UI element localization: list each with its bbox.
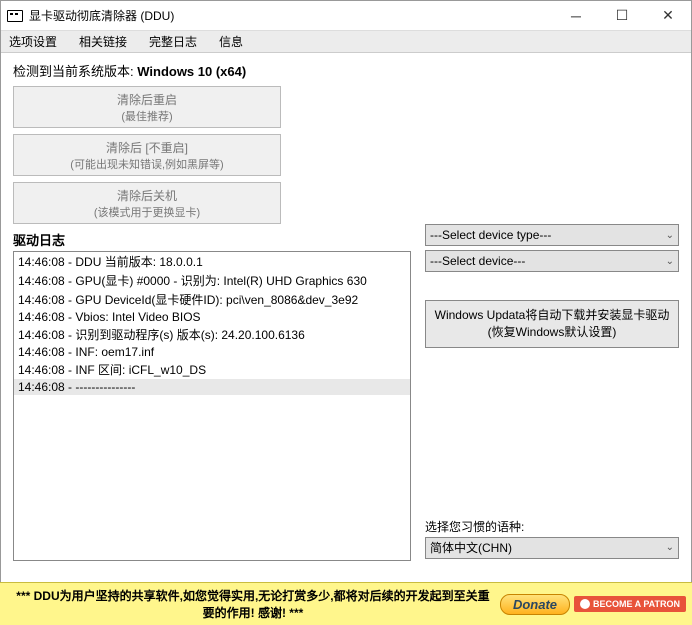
log-box[interactable]: 14:46:08 - DDU 当前版本: 18.0.0.1 14:46:08 -… [13,251,411,561]
footer-message: *** DDU为用户坚持的共享软件,如您觉得实用,无论打赏多少,都将对后续的开发… [6,587,500,621]
patron-label: BECOME A PATRON [593,599,680,609]
windows-update-line2: (恢复Windows默认设置) [430,324,674,341]
clean-restart-button[interactable]: 清除后重启 (最佳推荐) [13,86,281,128]
device-select[interactable]: ---Select device--- ⌄ [425,250,679,272]
log-row: 14:46:08 - GPU(显卡) #0000 - 识别为: Intel(R)… [14,271,410,290]
clean-norestart-label: 清除后 [不重启] [106,139,188,156]
titlebar: 显卡驱动彻底清除器 (DDU) ─ ☐ ✕ [1,1,691,31]
footer: *** DDU为用户坚持的共享软件,如您觉得实用,无论打赏多少,都将对后续的开发… [0,582,692,625]
device-type-select[interactable]: ---Select device type--- ⌄ [425,224,679,246]
windows-update-line1: Windows Updata将自动下载并安装显卡驱动 [430,307,674,324]
content-area: 检测到当前系统版本: Windows 10 (x64) 清除后重启 (最佳推荐)… [1,53,691,569]
close-button[interactable]: ✕ [645,1,691,31]
app-icon [7,10,23,22]
clean-restart-label: 清除后重启 [117,91,177,108]
language-select[interactable]: 简体中文(CHN) ⌄ [425,537,679,559]
menu-changelog[interactable]: 完整日志 [145,31,201,52]
log-row: 14:46:08 - GPU DeviceId(显卡硬件ID): pci\ven… [14,290,410,309]
log-row: 14:46:08 - INF 区间: iCFL_w10_DS [14,360,410,379]
patron-button[interactable]: BECOME A PATRON [574,596,686,612]
donate-button[interactable]: Donate [500,594,570,615]
windows-update-button[interactable]: Windows Updata将自动下载并安装显卡驱动 (恢复Windows默认设… [425,300,679,348]
device-type-value: ---Select device type--- [430,228,551,242]
menubar: 选项设置 相关链接 完整日志 信息 [1,31,691,53]
log-row: 14:46:08 - --------------- [14,379,410,395]
chevron-down-icon: ⌄ [666,542,674,553]
clean-shutdown-button[interactable]: 清除后关机 (该模式用于更换显卡) [13,182,281,224]
maximize-button[interactable]: ☐ [599,1,645,31]
minimize-button[interactable]: ─ [553,1,599,31]
menu-info[interactable]: 信息 [215,31,247,52]
system-version: 检测到当前系统版本: Windows 10 (x64) [13,61,679,80]
language-label: 选择您习惯的语种: [425,518,679,535]
device-value: ---Select device--- [430,254,525,268]
clean-shutdown-sub: (该模式用于更换显卡) [94,204,200,220]
log-row: 14:46:08 - INF: oem17.inf [14,344,410,360]
patreon-icon [580,599,590,609]
system-version-value: Windows 10 (x64) [137,64,246,79]
log-row: 14:46:08 - DDU 当前版本: 18.0.0.1 [14,252,410,271]
language-value: 简体中文(CHN) [430,539,512,556]
chevron-down-icon: ⌄ [666,230,674,241]
log-header: 驱动日志 [13,230,411,249]
menu-options[interactable]: 选项设置 [5,31,61,52]
window-title: 显卡驱动彻底清除器 (DDU) [29,7,553,24]
clean-restart-sub: (最佳推荐) [121,108,172,124]
system-version-prefix: 检测到当前系统版本: [13,64,137,79]
clean-shutdown-label: 清除后关机 [117,187,177,204]
clean-norestart-button[interactable]: 清除后 [不重启] (可能出现未知错误,例如黑屏等) [13,134,281,176]
log-row: 14:46:08 - 识别到驱动程序(s) 版本(s): 24.20.100.6… [14,325,410,344]
clean-norestart-sub: (可能出现未知错误,例如黑屏等) [70,156,223,172]
log-row: 14:46:08 - Vbios: Intel Video BIOS [14,309,410,325]
menu-links[interactable]: 相关链接 [75,31,131,52]
chevron-down-icon: ⌄ [666,256,674,267]
